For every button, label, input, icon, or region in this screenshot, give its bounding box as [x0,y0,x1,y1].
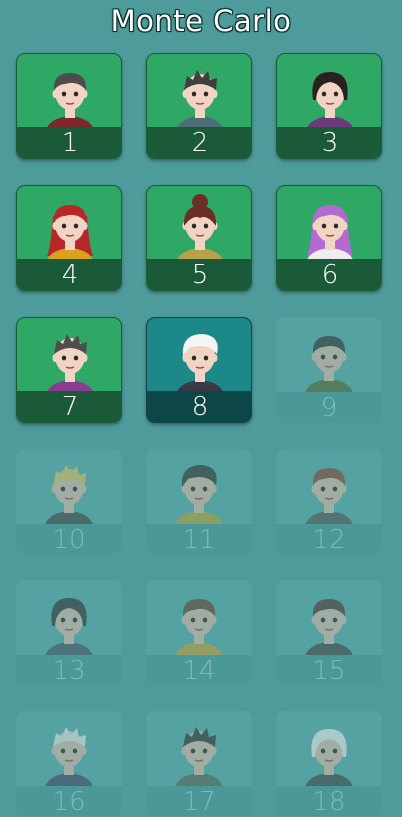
level-number: 7 [61,392,79,422]
level-number: 12 [312,525,346,555]
avatar [17,54,121,134]
level-number: 15 [312,656,346,686]
avatar-portrait [175,70,225,134]
avatar-portrait [174,599,224,660]
level-number: 16 [52,787,86,817]
avatar-portrait [175,334,225,398]
avatar [276,711,382,791]
level-number: 9 [320,393,338,423]
level-number: 11 [182,525,216,555]
avatar [16,580,122,660]
level-number: 14 [182,656,216,686]
level-number: 10 [52,525,86,555]
level-number: 5 [191,260,209,290]
level-tile-8[interactable]: 8 [146,317,252,423]
avatar-portrait [44,465,94,529]
avatar-portrait [304,468,354,529]
level-tile-9: 9 [276,317,382,423]
level-tile-13: 13 [16,580,122,686]
avatar-portrait [45,73,95,134]
avatar-portrait [44,727,94,791]
avatar [147,54,251,134]
level-number: 2 [191,128,209,158]
avatar [277,54,381,134]
level-tile-6[interactable]: 6 [276,185,382,291]
level-tile-4[interactable]: 4 [16,185,122,291]
avatar [17,186,121,266]
avatar-portrait [305,205,355,266]
level-tile-5[interactable]: 5 [146,185,252,291]
avatar [276,449,382,529]
avatar [16,711,122,791]
level-tile-1[interactable]: 1 [16,53,122,159]
avatar-portrait [305,72,355,134]
level-tile-18: 18 [276,711,382,817]
avatar [276,580,382,660]
level-tile-17: 17 [146,711,252,817]
level-number: 13 [52,656,86,686]
avatar [147,186,251,266]
avatar [17,318,121,398]
level-tile-15: 15 [276,580,382,686]
avatar-portrait [304,599,354,660]
level-number: 8 [191,392,209,422]
avatar-portrait [45,334,95,398]
level-tile-10: 10 [16,449,122,555]
avatar-portrait [304,336,354,397]
avatar [146,711,252,791]
avatar-portrait [44,598,94,660]
avatar-portrait [174,465,224,529]
level-tile-7[interactable]: 7 [16,317,122,423]
level-grid: 1 2 3 4 5 6 7 8 9 10 11 12 13 14 15 16 17 18 [0,0,402,817]
level-number: 17 [182,787,216,817]
avatar [146,449,252,529]
level-tile-16: 16 [16,711,122,817]
level-tile-3[interactable]: 3 [276,53,382,159]
avatar [146,580,252,660]
level-number: 1 [61,128,79,158]
level-number: 6 [321,260,339,290]
level-tile-14: 14 [146,580,252,686]
avatar-portrait [174,727,224,791]
avatar [147,318,251,398]
level-tile-12: 12 [276,449,382,555]
level-number: 3 [321,128,339,158]
avatar-portrait [175,194,225,266]
avatar-portrait [45,205,95,266]
avatar-portrait [304,729,354,791]
level-number: 4 [61,260,79,290]
level-tile-2[interactable]: 2 [146,53,252,159]
level-tile-11: 11 [146,449,252,555]
avatar [16,449,122,529]
avatar [277,186,381,266]
level-number: 18 [312,787,346,817]
avatar [276,317,382,397]
